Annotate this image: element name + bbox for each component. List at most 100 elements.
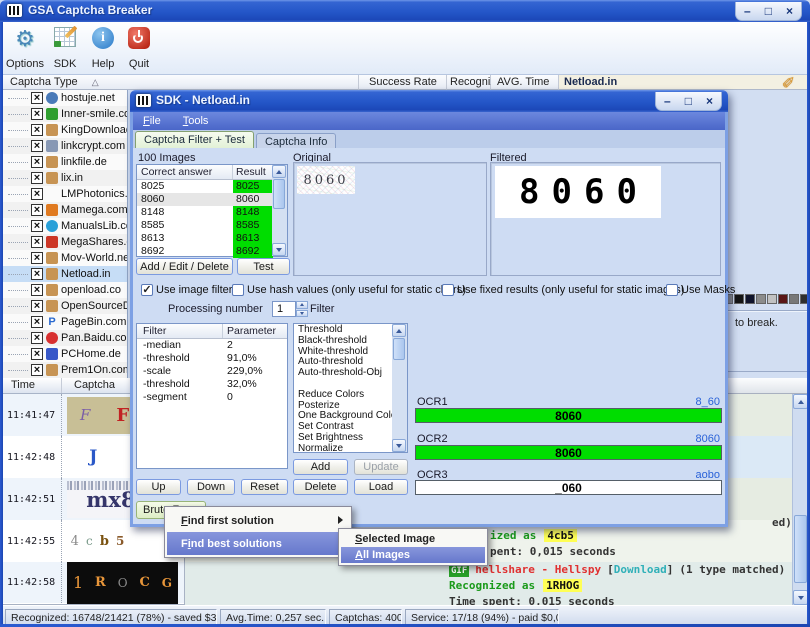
- processing-number-input[interactable]: 1: [272, 301, 296, 317]
- filter-list-item[interactable]: Reduce Colors: [294, 389, 393, 400]
- filter-list-item[interactable]: Black-threshold: [294, 335, 393, 346]
- checkbox-checked-icon[interactable]: ×: [31, 188, 43, 200]
- checkbox-checked-icon[interactable]: ×: [31, 252, 43, 264]
- image-row[interactable]: 80258025: [137, 180, 287, 193]
- site-row[interactable]: ×MegaShares.c: [0, 234, 127, 250]
- checkbox-checked-icon[interactable]: ×: [31, 156, 43, 168]
- menu-file[interactable]: File: [143, 115, 161, 127]
- tab-captcha-filter-test[interactable]: Captcha Filter + Test: [135, 131, 254, 148]
- filter-list-item[interactable]: White-threshold: [294, 346, 393, 357]
- filter-param-row[interactable]: -segment0: [137, 391, 287, 404]
- col-filter[interactable]: Filter: [137, 324, 223, 338]
- site-row[interactable]: ×KingDownload: [0, 122, 127, 138]
- image-row[interactable]: 80608060: [137, 193, 287, 206]
- dialog-titlebar[interactable]: SDK - Netload.in – □ ×: [130, 90, 728, 112]
- site-row[interactable]: ×Mov-World.ne: [0, 250, 127, 266]
- dialog-minimize-icon[interactable]: –: [664, 95, 671, 107]
- image-row[interactable]: 85858585: [137, 219, 287, 232]
- checkbox-checked-icon[interactable]: ×: [31, 268, 43, 280]
- scroll-up-icon[interactable]: [392, 324, 406, 337]
- delete-button[interactable]: Delete: [293, 479, 348, 495]
- ocr2-link[interactable]: 8060: [696, 433, 720, 445]
- scroll-down-icon[interactable]: [793, 590, 808, 605]
- filter-param-row[interactable]: -median2: [137, 339, 287, 352]
- main-titlebar[interactable]: GSA Captcha Breaker – □ ×: [0, 0, 810, 22]
- checkbox-checked[interactable]: ✓: [141, 284, 153, 296]
- checkbox-checked-icon[interactable]: ×: [31, 300, 43, 312]
- filter-param-row[interactable]: -scale229,0%: [137, 365, 287, 378]
- images-scrollbar[interactable]: [272, 165, 287, 256]
- stepper-down-icon[interactable]: [296, 310, 308, 318]
- filter-list-item[interactable]: Threshold: [294, 324, 393, 335]
- checkbox-checked-icon[interactable]: ×: [31, 108, 43, 120]
- image-row[interactable]: 86928692: [137, 245, 287, 258]
- maximize-icon[interactable]: □: [765, 5, 772, 17]
- quit-button[interactable]: Quit: [116, 25, 162, 72]
- filter-list-scrollbar[interactable]: [392, 324, 407, 452]
- scroll-down-icon[interactable]: [392, 439, 406, 452]
- site-row[interactable]: ×LMPhotonics.c: [0, 186, 127, 202]
- column-header-recognized[interactable]: Recognized: [447, 75, 491, 90]
- checkbox-checked-icon[interactable]: ×: [31, 284, 43, 296]
- load-button[interactable]: Load: [354, 479, 408, 495]
- site-row[interactable]: ×Inner-smile.com: [0, 106, 127, 122]
- filter-list-item[interactable]: One Background Color: [294, 410, 393, 421]
- image-row[interactable]: 81488148: [137, 206, 287, 219]
- site-row[interactable]: ×linkfile.de: [0, 154, 127, 170]
- edit-pencil-icon[interactable]: ✎: [780, 75, 800, 88]
- filter-param-row[interactable]: -threshold32,0%: [137, 378, 287, 391]
- filter-list-item[interactable]: Auto-threshold-Obj: [294, 367, 393, 378]
- col-result[interactable]: Result: [233, 165, 273, 179]
- submenu-item-all-images[interactable]: All Images: [341, 547, 485, 563]
- checkbox-checked-icon[interactable]: ×: [31, 364, 43, 376]
- filter-list-item[interactable]: Set Contrast: [294, 421, 393, 432]
- site-row[interactable]: ×linkcrypt.com: [0, 138, 127, 154]
- update-button[interactable]: Update: [354, 459, 408, 475]
- site-row[interactable]: ×lix.in: [0, 170, 127, 186]
- site-row[interactable]: ×Mamega.com: [0, 202, 127, 218]
- checkbox-checked-icon[interactable]: ×: [31, 316, 43, 328]
- filter-list-item[interactable]: Normalize: [294, 443, 393, 452]
- checkbox-unchecked[interactable]: [666, 284, 678, 296]
- filter-list-item[interactable]: Set Brightness: [294, 432, 393, 443]
- add-button[interactable]: Add: [293, 459, 348, 475]
- processing-number-stepper[interactable]: [296, 301, 308, 317]
- filter-list-item[interactable]: [294, 378, 393, 389]
- checkbox-checked-icon[interactable]: ×: [31, 348, 43, 360]
- history-row[interactable]: 11:42:581ROCG: [0, 562, 184, 603]
- scroll-up-icon[interactable]: [793, 394, 808, 409]
- column-header-avg-time[interactable]: AVG. Time: [491, 75, 559, 90]
- column-header-success-rate[interactable]: Success Rate: [359, 75, 447, 90]
- scroll-down-icon[interactable]: [272, 243, 286, 256]
- site-row[interactable]: ×Netload.in: [0, 266, 127, 282]
- log-scrollbar-thumb[interactable]: [794, 515, 807, 583]
- scroll-up-icon[interactable]: [272, 165, 286, 178]
- filter-list-scrollbar-thumb[interactable]: [393, 338, 405, 360]
- stepper-up-icon[interactable]: [296, 301, 308, 309]
- checkbox-checked-icon[interactable]: ×: [31, 236, 43, 248]
- col-correct-answer[interactable]: Correct answer: [137, 165, 233, 179]
- checkbox-unchecked[interactable]: [232, 284, 244, 296]
- column-header-captcha-type[interactable]: Captcha Type△: [0, 75, 359, 90]
- test-button[interactable]: Test: [237, 258, 290, 275]
- site-row[interactable]: ×OpenSourceD: [0, 298, 127, 314]
- log-scrollbar[interactable]: [792, 394, 808, 605]
- close-icon[interactable]: ×: [786, 5, 793, 17]
- checkbox-checked-icon[interactable]: ×: [31, 204, 43, 216]
- down-button[interactable]: Down: [187, 479, 235, 495]
- dialog-maximize-icon[interactable]: □: [685, 95, 692, 107]
- checkbox-checked-icon[interactable]: ×: [31, 220, 43, 232]
- reset-button[interactable]: Reset: [241, 479, 288, 495]
- site-row[interactable]: ×Pan.Baidu.com: [0, 330, 127, 346]
- site-row[interactable]: ×hostuje.net: [0, 90, 127, 106]
- up-button[interactable]: Up: [136, 479, 181, 495]
- tab-captcha-info[interactable]: Captcha Info: [256, 133, 336, 148]
- checkbox-checked-icon[interactable]: ×: [31, 140, 43, 152]
- menu-item-find-first-solution[interactable]: Find first solution: [167, 509, 349, 532]
- submenu-item-selected-image[interactable]: Selected Image: [341, 531, 485, 547]
- site-row[interactable]: ×ManualsLib.co: [0, 218, 127, 234]
- menu-item-find-best-solutions[interactable]: Find best solutions: [167, 532, 349, 555]
- images-scrollbar-thumb[interactable]: [273, 179, 285, 209]
- filter-list-item[interactable]: Auto-threshold: [294, 356, 393, 367]
- filter-param-row[interactable]: -threshold91,0%: [137, 352, 287, 365]
